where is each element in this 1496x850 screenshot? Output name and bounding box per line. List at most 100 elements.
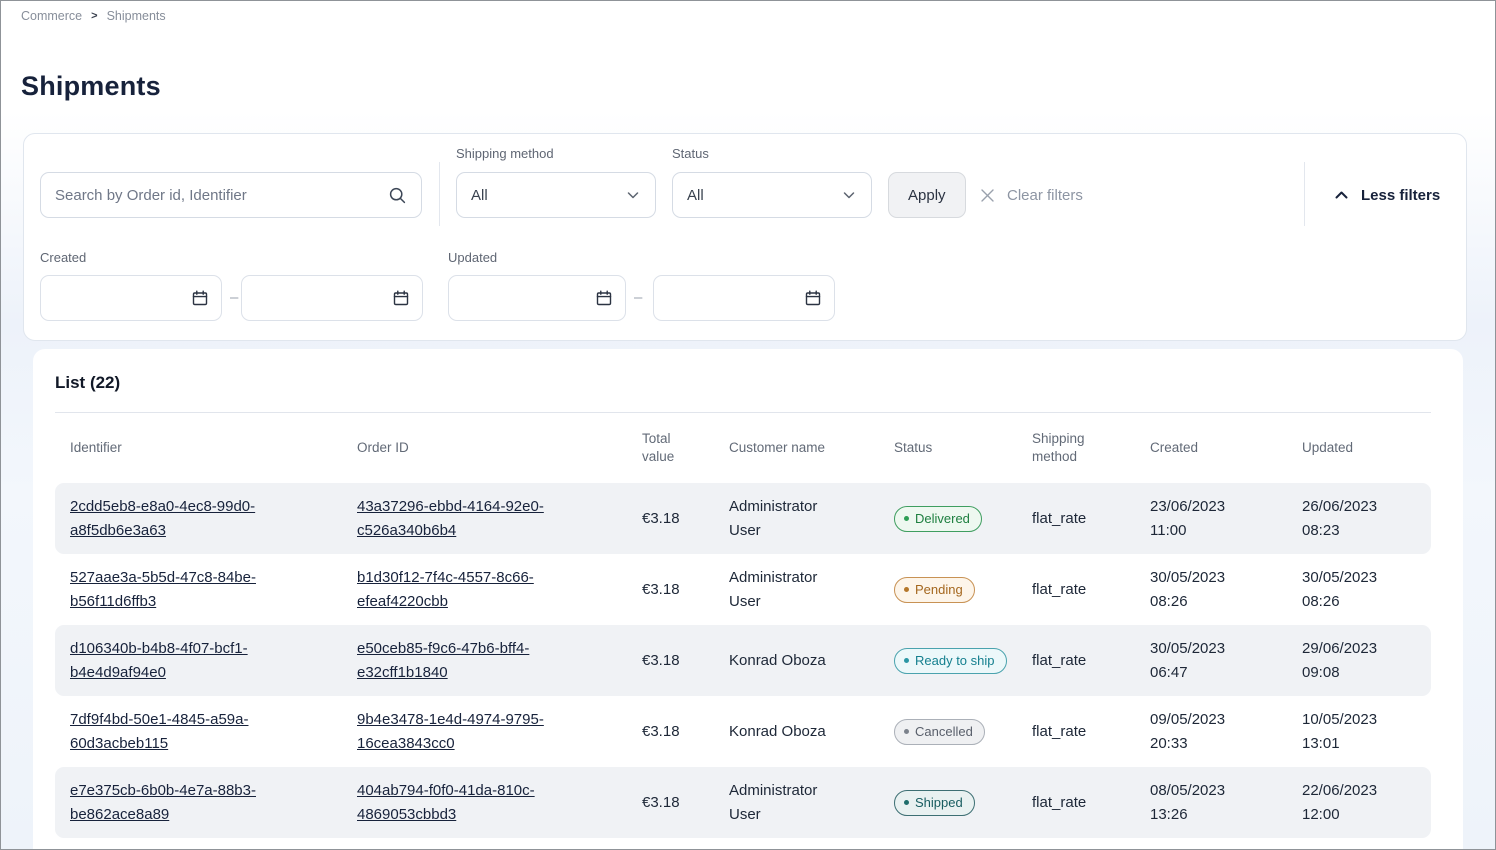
status-select[interactable]: All (672, 172, 872, 218)
table-row: d106340b-b4b8-4f07-bcf1-b4e4d9af94e0 e50… (55, 625, 1431, 696)
status-badge: Ready to ship (894, 648, 1007, 674)
identifier-link[interactable]: e7e375cb-6b0b-4e7a-88b3-be862ace8a89 (70, 779, 282, 826)
created-cell: 30/05/202306:47 (1150, 637, 1302, 684)
table-header-row: Identifier Order ID Total value Customer… (55, 413, 1431, 483)
updated-cell: 30/05/202308:26 (1302, 566, 1421, 613)
customer-name: Konrad Oboza (729, 649, 826, 672)
calendar-icon (595, 289, 613, 307)
clear-filters-button[interactable]: Clear filters (979, 172, 1083, 218)
filters-panel: Shipping method All Status All Apply (23, 133, 1467, 341)
status-dot-icon (904, 587, 909, 592)
updated-to-input[interactable] (653, 275, 835, 321)
shipping-method: flat_rate (1032, 723, 1150, 740)
status-dot-icon (904, 729, 909, 734)
shipments-page: Commerce > Shipments Shipments Shipping … (0, 0, 1496, 850)
identifier-link[interactable]: d106340b-b4b8-4f07-bcf1-b4e4d9af94e0 (70, 637, 282, 684)
updated-cell: 26/06/202308:23 (1302, 495, 1421, 542)
customer-name: Administrator User (729, 495, 841, 542)
search-input[interactable] (55, 187, 388, 204)
column-header-created: Created (1150, 439, 1302, 457)
column-header-identifier: Identifier (70, 439, 357, 457)
customer-name: Konrad Oboza (729, 720, 826, 743)
range-separator: – (230, 289, 238, 306)
close-icon (979, 187, 996, 204)
table-row: 527aae3a-5b5d-47c8-84be-b56f11d6ffb3 b1d… (55, 554, 1431, 625)
total-value: €3.18 (642, 794, 729, 811)
column-header-status: Status (894, 439, 1032, 457)
breadcrumb-separator: > (91, 10, 97, 22)
status-dot-icon (904, 800, 909, 805)
updated-cell: 29/06/202309:08 (1302, 637, 1421, 684)
breadcrumb-shipments[interactable]: Shipments (107, 9, 166, 23)
created-label: Created (40, 250, 86, 265)
created-cell: 23/06/202311:00 (1150, 495, 1302, 542)
status-dot-icon (904, 516, 909, 521)
table-row: 2cdd5eb8-e8a0-4ec8-99d0-a8f5db6e3a63 43a… (55, 483, 1431, 554)
updated-label: Updated (448, 250, 497, 265)
table-row: 7df9f4bd-50e1-4845-a59a-60d3acbeb115 9b4… (55, 696, 1431, 767)
order-id-link[interactable]: 9b4e3478-1e4d-4974-9795-16cea3843cc0 (357, 708, 573, 755)
breadcrumb-commerce[interactable]: Commerce (21, 9, 82, 23)
clear-filters-label: Clear filters (1007, 187, 1083, 204)
filter-divider (1304, 162, 1305, 226)
shipping-method: flat_rate (1032, 794, 1150, 811)
status-label: Status (672, 146, 709, 161)
total-value: €3.18 (642, 652, 729, 669)
less-filters-toggle[interactable]: Less filters (1333, 172, 1440, 218)
column-header-order-id: Order ID (357, 439, 642, 457)
range-separator: – (634, 289, 642, 306)
less-filters-label: Less filters (1361, 187, 1440, 204)
created-cell: 09/05/202320:33 (1150, 708, 1302, 755)
shipping-method: flat_rate (1032, 652, 1150, 669)
shipping-method-select[interactable]: All (456, 172, 656, 218)
shipments-list-panel: List (22) Identifier Order ID Total valu… (33, 349, 1463, 850)
created-to-input[interactable] (241, 275, 423, 321)
calendar-icon (392, 289, 410, 307)
total-value: €3.18 (642, 723, 729, 740)
calendar-icon (191, 289, 209, 307)
identifier-link[interactable]: 527aae3a-5b5d-47c8-84be-b56f11d6ffb3 (70, 566, 282, 613)
created-cell: 30/05/202308:26 (1150, 566, 1302, 613)
filter-divider (439, 162, 440, 226)
shipping-method: flat_rate (1032, 581, 1150, 598)
shipping-method-value: All (471, 187, 488, 204)
status-badge: Shipped (894, 790, 975, 816)
total-value: €3.18 (642, 510, 729, 527)
chevron-down-icon (841, 187, 857, 203)
shipping-method: flat_rate (1032, 510, 1150, 527)
updated-cell: 10/05/202313:01 (1302, 708, 1421, 755)
shipping-method-label: Shipping method (456, 146, 554, 161)
status-badge: Pending (894, 577, 975, 603)
column-header-total-value: Total value (642, 430, 700, 466)
chevron-down-icon (625, 187, 641, 203)
order-id-link[interactable]: 404ab794-f0f0-41da-810c-4869053cbbd3 (357, 779, 573, 826)
identifier-link[interactable]: 2cdd5eb8-e8a0-4ec8-99d0-a8f5db6e3a63 (70, 495, 282, 542)
breadcrumb: Commerce > Shipments (21, 9, 166, 23)
page-title: Shipments (21, 71, 161, 102)
column-header-shipping-method: Shipping method (1032, 430, 1090, 466)
created-from-input[interactable] (40, 275, 222, 321)
search-input-wrap (40, 172, 422, 218)
order-id-link[interactable]: 43a37296-ebbd-4164-92e0-c526a340b6b4 (357, 495, 573, 542)
updated-from-input[interactable] (448, 275, 626, 321)
calendar-icon (804, 289, 822, 307)
status-badge: Cancelled (894, 719, 985, 745)
search-icon[interactable] (388, 186, 407, 205)
chevron-up-icon (1333, 187, 1350, 204)
column-header-customer-name: Customer name (729, 439, 894, 457)
updated-cell: 22/06/202312:00 (1302, 779, 1421, 826)
status-dot-icon (904, 658, 909, 663)
status-value: All (687, 187, 704, 204)
list-title: List (22) (33, 349, 1463, 393)
created-cell: 08/05/202313:26 (1150, 779, 1302, 826)
order-id-link[interactable]: e50ceb85-f9c6-47b6-bff4-e32cff1b1840 (357, 637, 573, 684)
table-row: e7e375cb-6b0b-4e7a-88b3-be862ace8a89 404… (55, 767, 1431, 838)
apply-button[interactable]: Apply (888, 172, 966, 218)
total-value: €3.18 (642, 581, 729, 598)
identifier-link[interactable]: 7df9f4bd-50e1-4845-a59a-60d3acbeb115 (70, 708, 282, 755)
customer-name: Administrator User (729, 566, 841, 613)
column-header-updated: Updated (1302, 439, 1421, 457)
status-badge: Delivered (894, 506, 982, 532)
order-id-link[interactable]: b1d30f12-7f4c-4557-8c66-efeaf4220cbb (357, 566, 573, 613)
customer-name: Administrator User (729, 779, 841, 826)
